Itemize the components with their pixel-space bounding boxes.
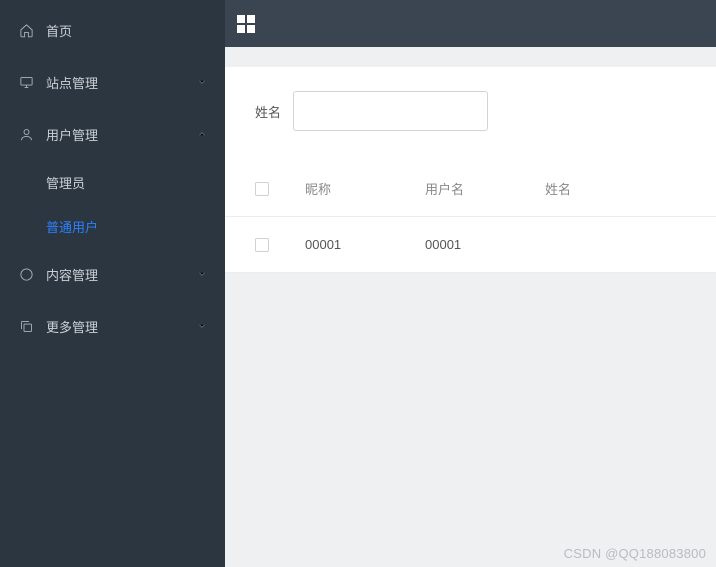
topbar (225, 0, 716, 47)
chevron-down-icon (197, 319, 207, 334)
header-username: 用户名 (425, 179, 545, 198)
sidebar-item-label: 用户管理 (46, 125, 98, 144)
copy-icon (18, 318, 34, 334)
monitor-icon (18, 74, 34, 90)
sidebar-subitem-admin[interactable]: 管理员 (0, 160, 225, 204)
chevron-up-icon (197, 127, 207, 142)
content-card: 姓名 昵称 用户名 姓名 00001 (225, 67, 716, 273)
sidebar-item-site[interactable]: 站点管理 (0, 56, 225, 108)
user-icon (18, 126, 34, 142)
sidebar-item-label: 首页 (46, 21, 72, 40)
cell-nickname: 00001 (305, 237, 425, 252)
filter-row: 姓名 (225, 91, 716, 161)
row-checkbox[interactable] (255, 238, 269, 252)
cell-username: 00001 (425, 237, 545, 252)
sidebar: 首页 站点管理 用户管理 管理员 普通用户 (0, 0, 225, 567)
chevron-down-icon (197, 75, 207, 90)
sidebar-item-label: 更多管理 (46, 317, 98, 336)
row-checkbox-cell (255, 238, 305, 252)
sidebar-item-home[interactable]: 首页 (0, 4, 225, 56)
sidebar-subitem-normal-user[interactable]: 普通用户 (0, 204, 225, 248)
table-row[interactable]: 00001 00001 (225, 217, 716, 273)
main-content: 姓名 昵称 用户名 姓名 00001 (225, 0, 716, 567)
header-realname: 姓名 (545, 179, 665, 198)
sidebar-subitem-label: 管理员 (46, 173, 85, 192)
sidebar-item-label: 内容管理 (46, 265, 98, 284)
chat-icon (18, 266, 34, 282)
user-table: 昵称 用户名 姓名 00001 00001 (225, 161, 716, 273)
home-icon (18, 22, 34, 38)
table-header-row: 昵称 用户名 姓名 (225, 161, 716, 217)
filter-name-input[interactable] (293, 91, 488, 131)
apps-grid-icon[interactable] (237, 15, 255, 33)
sidebar-item-user[interactable]: 用户管理 (0, 108, 225, 160)
select-all-checkbox[interactable] (255, 182, 269, 196)
chevron-down-icon (197, 267, 207, 282)
header-nickname: 昵称 (305, 179, 425, 198)
sidebar-subitem-label: 普通用户 (46, 217, 98, 236)
sidebar-item-label: 站点管理 (46, 73, 98, 92)
filter-name-label: 姓名 (255, 102, 281, 121)
sidebar-item-more[interactable]: 更多管理 (0, 300, 225, 352)
header-checkbox-cell (255, 182, 305, 196)
watermark: CSDN @QQ188083800 (564, 546, 706, 561)
sidebar-item-content[interactable]: 内容管理 (0, 248, 225, 300)
app-layout: 首页 站点管理 用户管理 管理员 普通用户 (0, 0, 716, 567)
